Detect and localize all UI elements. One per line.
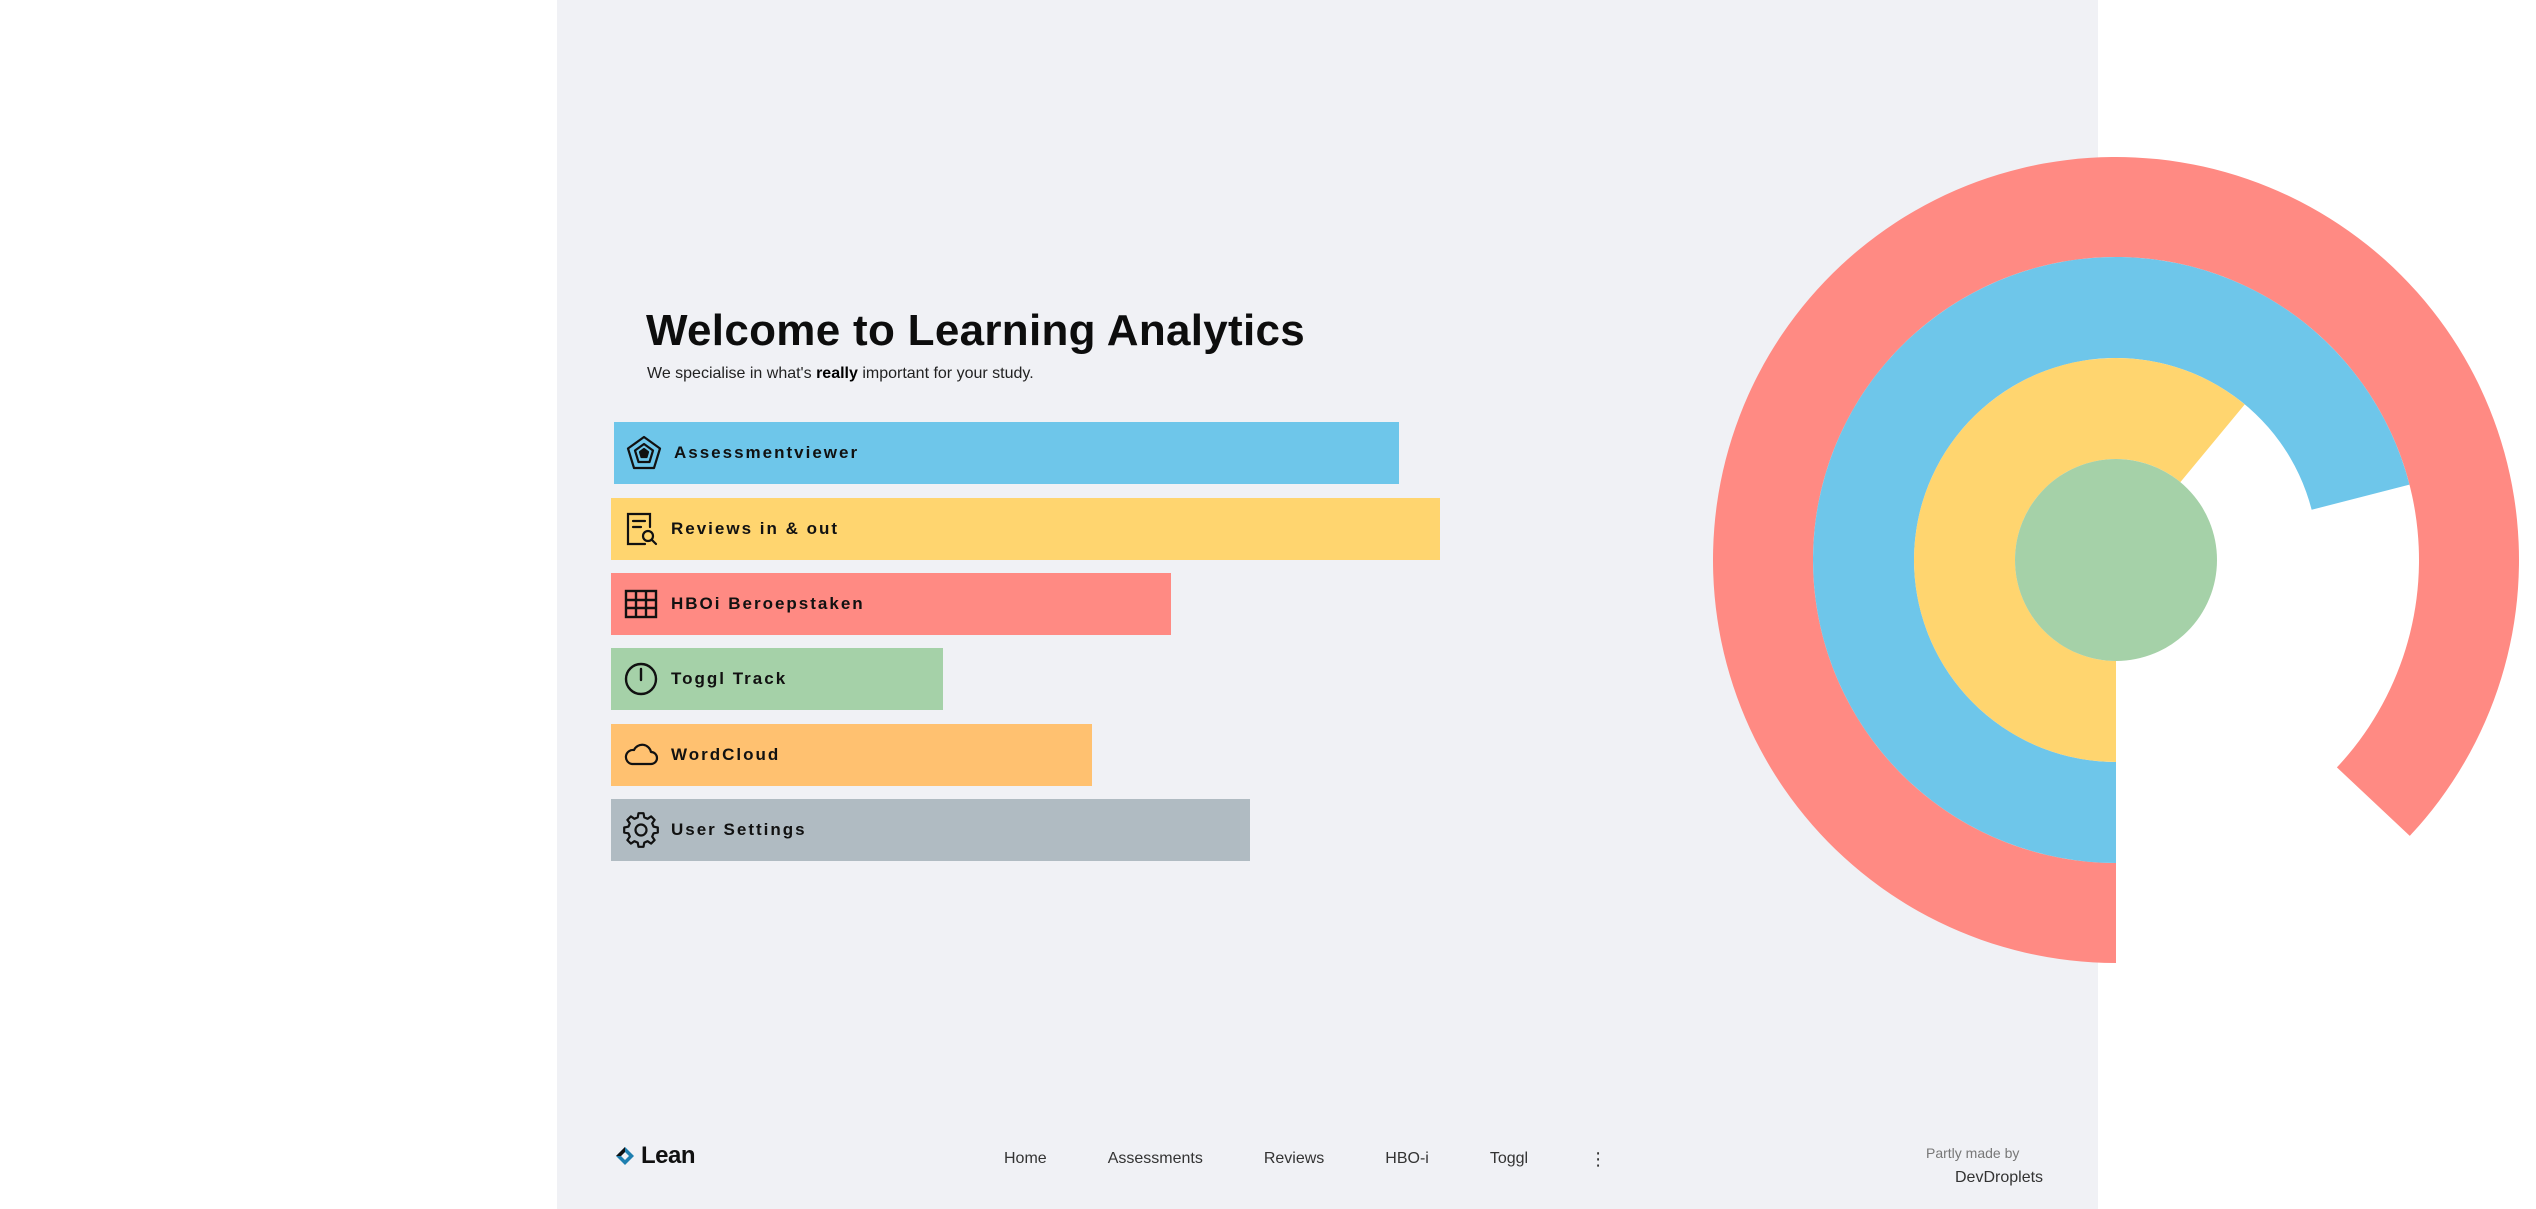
nav-assessments[interactable]: Assessments: [1108, 1150, 1203, 1168]
menu-toggl-track[interactable]: Toggl Track: [611, 648, 943, 710]
subtitle-text-end: important for your study.: [857, 365, 1034, 382]
document-search-icon: [623, 511, 659, 547]
menu-label: User Settings: [671, 820, 807, 839]
subtitle-emphasis: really: [816, 365, 858, 382]
footer-logo[interactable]: Lean: [613, 1142, 696, 1170]
menu-user-settings[interactable]: User Settings: [611, 799, 1250, 861]
nav-home[interactable]: Home: [1004, 1150, 1047, 1168]
page-title: Welcome to Learning Analytics: [646, 306, 1306, 355]
page-subtitle: We specialise in what's really important…: [647, 365, 1034, 383]
menu-label: Reviews in & out: [671, 519, 840, 538]
grid-table-icon: [623, 586, 659, 622]
nav-reviews[interactable]: Reviews: [1264, 1150, 1324, 1168]
pentagon-web-icon: [626, 435, 662, 471]
menu-label: Toggl Track: [671, 669, 788, 688]
power-icon: [623, 661, 659, 697]
credit-caption: Partly made by: [1926, 1145, 2020, 1161]
menu-label: Assessmentviewer: [674, 443, 860, 462]
menu-wordcloud[interactable]: WordCloud: [611, 724, 1092, 786]
gear-icon: [623, 812, 659, 848]
nav-hbo-i[interactable]: HBO-i: [1385, 1150, 1429, 1168]
brand-name: Lean: [641, 1142, 696, 1169]
cloud-icon: [623, 737, 659, 773]
footer-nav: Home Assessments Reviews HBO-i Toggl ⋮: [1004, 1150, 1607, 1168]
subtitle-text-start: We specialise in what's: [647, 365, 817, 382]
vertical-dots-icon[interactable]: ⋮: [1589, 1150, 1607, 1168]
menu-assessmentviewer[interactable]: Assessmentviewer: [614, 422, 1399, 484]
diamond-logo-icon: [616, 1147, 634, 1165]
credit-link[interactable]: DevDroplets: [1955, 1169, 2043, 1187]
menu-hboi-beroepstaken[interactable]: HBOi Beroepstaken: [611, 573, 1171, 635]
menu-reviews[interactable]: Reviews in & out: [611, 498, 1440, 560]
menu-label: WordCloud: [671, 745, 781, 764]
nav-toggl[interactable]: Toggl: [1490, 1150, 1528, 1168]
menu-label: HBOi Beroepstaken: [671, 594, 865, 613]
